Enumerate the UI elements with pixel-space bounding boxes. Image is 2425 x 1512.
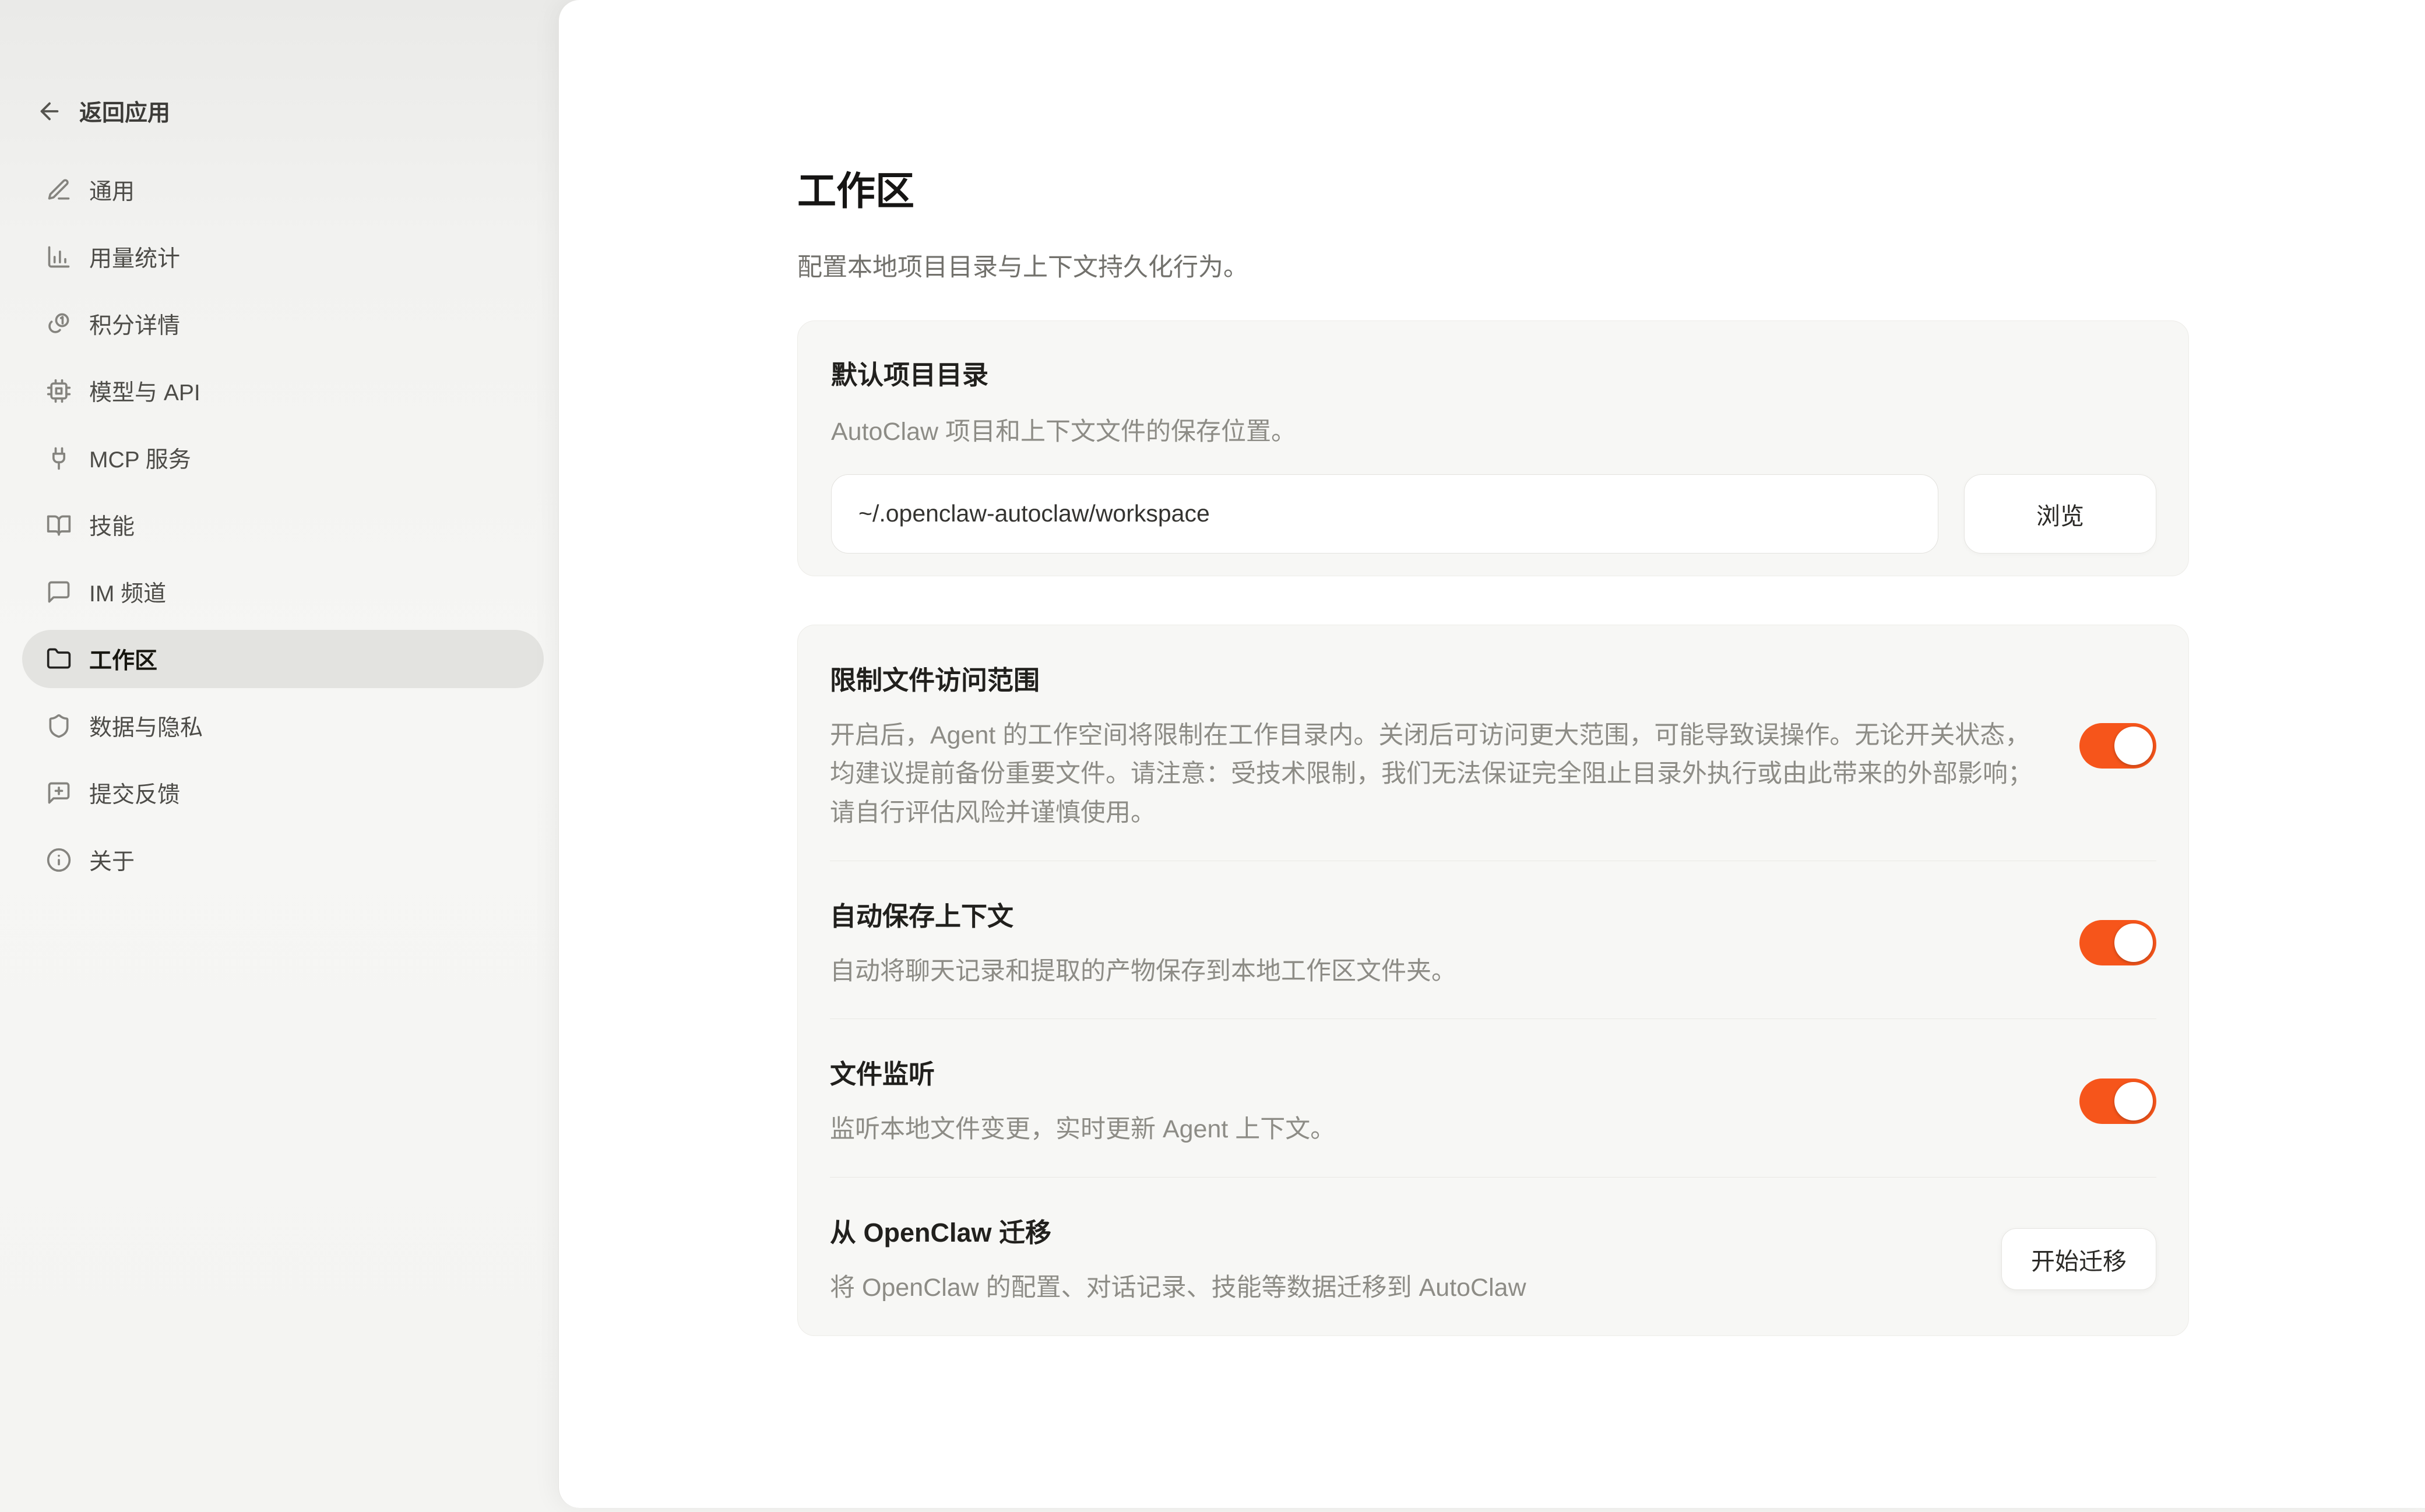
workspace-settings-card: 限制文件访问范围 开启后，Agent 的工作空间将限制在工作目录内。关闭后可访问… <box>797 625 2189 1336</box>
pencil-icon <box>46 177 72 203</box>
setting-row-migrate-openclaw: 从 OpenClaw 迁移 将 OpenClaw 的配置、对话记录、技能等数据迁… <box>830 1177 2156 1335</box>
plug-icon <box>46 445 72 471</box>
workspace-path-input[interactable] <box>831 474 1938 554</box>
sidebar-item-usage-stats[interactable]: 用量统计 <box>22 228 544 286</box>
file-watch-description: 监听本地文件变更，实时更新 Agent 上下文。 <box>830 1110 2036 1149</box>
chat-icon <box>46 579 72 605</box>
shield-icon <box>46 713 72 739</box>
toggle-knob <box>2114 727 2153 765</box>
sidebar-item-workspace[interactable]: 工作区 <box>22 630 544 688</box>
sidebar-item-models-api[interactable]: 模型与 API <box>22 362 544 420</box>
start-migration-button[interactable]: 开始迁移 <box>2001 1228 2156 1290</box>
setting-row-restrict-file-access: 限制文件访问范围 开启后，Agent 的工作空间将限制在工作目录内。关闭后可访问… <box>830 625 2156 861</box>
restrict-file-access-description: 开启后，Agent 的工作空间将限制在工作目录内。关闭后可访问更大范围，可能导致… <box>830 716 2036 833</box>
migrate-openclaw-description: 将 OpenClaw 的配置、对话记录、技能等数据迁移到 AutoClaw <box>830 1268 1961 1307</box>
toggle-knob <box>2114 924 2153 962</box>
sidebar-item-label: 技能 <box>89 509 135 541</box>
sidebar-item-label: 通用 <box>89 174 135 206</box>
restrict-file-access-title: 限制文件访问范围 <box>830 659 2039 697</box>
sidebar-nav: 通用 用量统计 积分详情 模型与 API MCP 服务 技能 IM 频道 工作 <box>22 161 544 898</box>
sidebar-item-skills[interactable]: 技能 <box>22 496 544 554</box>
page-title: 工作区 <box>797 0 2189 213</box>
default-directory-description: AutoClaw 项目和上下文文件的保存位置。 <box>831 411 2156 447</box>
coins-icon <box>46 311 72 337</box>
sidebar-item-label: 数据与隐私 <box>89 710 203 742</box>
default-directory-title: 默认项目目录 <box>831 354 2156 392</box>
sidebar-item-general[interactable]: 通用 <box>22 161 544 219</box>
file-watch-title: 文件监听 <box>830 1053 2039 1091</box>
sidebar-item-label: 关于 <box>89 844 135 876</box>
toggle-knob <box>2114 1082 2153 1120</box>
sidebar-item-label: IM 频道 <box>89 576 166 608</box>
auto-save-context-description: 自动将聊天记录和提取的产物保存到本地工作区文件夹。 <box>830 952 2036 991</box>
back-to-app-button[interactable]: 返回应用 <box>36 95 170 128</box>
auto-save-context-title: 自动保存上下文 <box>830 895 2039 933</box>
settings-panel: 工作区 配置本地项目目录与上下文持久化行为。 默认项目目录 AutoClaw 项… <box>558 0 2425 1508</box>
chip-icon <box>46 378 72 404</box>
folder-icon <box>46 646 72 672</box>
sidebar: 返回应用 通用 用量统计 积分详情 模型与 API MCP 服务 技能 I <box>0 0 558 1512</box>
sidebar-item-data-privacy[interactable]: 数据与隐私 <box>22 697 544 755</box>
setting-row-file-watch: 文件监听 监听本地文件变更，实时更新 Agent 上下文。 <box>830 1018 2156 1177</box>
sidebar-item-label: 工作区 <box>89 643 157 675</box>
sidebar-item-mcp-services[interactable]: MCP 服务 <box>22 429 544 487</box>
setting-row-auto-save-context: 自动保存上下文 自动将聊天记录和提取的产物保存到本地工作区文件夹。 <box>830 861 2156 1019</box>
browse-button[interactable]: 浏览 <box>1964 474 2156 554</box>
back-to-app-label: 返回应用 <box>79 95 170 128</box>
bar-chart-icon <box>46 244 72 270</box>
sidebar-item-credits[interactable]: 积分详情 <box>22 295 544 353</box>
default-directory-card: 默认项目目录 AutoClaw 项目和上下文文件的保存位置。 浏览 <box>797 320 2189 576</box>
arrow-left-icon <box>36 98 63 125</box>
info-icon <box>46 847 72 873</box>
sidebar-item-im-channels[interactable]: IM 频道 <box>22 563 544 621</box>
book-icon <box>46 512 72 538</box>
sidebar-item-label: MCP 服务 <box>89 442 191 474</box>
sidebar-item-label: 积分详情 <box>89 308 180 340</box>
feedback-icon <box>46 780 72 806</box>
sidebar-item-label: 提交反馈 <box>89 777 180 809</box>
sidebar-item-feedback[interactable]: 提交反馈 <box>22 764 544 822</box>
sidebar-item-about[interactable]: 关于 <box>22 831 544 889</box>
file-watch-toggle[interactable] <box>2079 1079 2156 1124</box>
migrate-openclaw-title: 从 OpenClaw 迁移 <box>830 1211 1961 1249</box>
sidebar-item-label: 模型与 API <box>89 375 200 407</box>
auto-save-context-toggle[interactable] <box>2079 920 2156 965</box>
sidebar-item-label: 用量统计 <box>89 241 180 273</box>
restrict-file-access-toggle[interactable] <box>2079 723 2156 769</box>
page-subtitle: 配置本地项目目录与上下文持久化行为。 <box>797 247 2189 283</box>
